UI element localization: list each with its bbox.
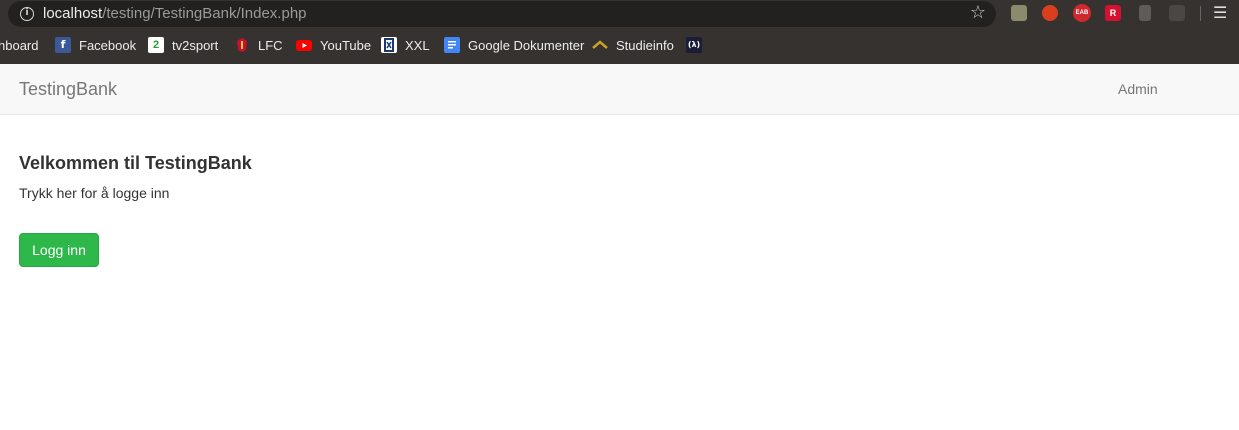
bookmarks-bar: hboard f Facebook 2 tv2sport LFC YouTube xyxy=(0,32,1239,58)
url-text[interactable]: localhost/testing/TestingBank/Index.php xyxy=(43,5,307,22)
bookmark-tv2sport[interactable]: 2 tv2sport xyxy=(148,36,218,54)
eab-extension-icon[interactable]: EAB xyxy=(1073,4,1091,22)
info-icon[interactable]: i xyxy=(20,7,34,21)
lfc-icon xyxy=(234,37,250,53)
navbar: TestingBank Admin xyxy=(0,64,1239,115)
bookmark-label: hboard xyxy=(0,37,39,53)
google-docs-icon xyxy=(444,37,460,53)
bookmark-youtube[interactable]: YouTube xyxy=(296,36,371,54)
address-bar[interactable]: i localhost/testing/TestingBank/Index.ph… xyxy=(8,1,996,27)
page-title: Velkommen til TestingBank xyxy=(19,153,252,173)
bookmark-label: Studieinfo xyxy=(616,37,674,53)
studieinfo-icon xyxy=(592,37,608,53)
bookmark-label: YouTube xyxy=(320,37,372,53)
url-path: /testing/TestingBank/Index.php xyxy=(102,5,307,22)
navbar-brand[interactable]: TestingBank xyxy=(19,79,117,100)
lambda-icon: (λ) xyxy=(686,37,702,53)
extension-icon[interactable] xyxy=(1011,5,1027,21)
xxl-icon xyxy=(381,37,397,53)
facebook-icon: f xyxy=(55,37,71,53)
extension-icon[interactable] xyxy=(1169,5,1185,21)
extension-icon[interactable] xyxy=(1139,5,1151,21)
r-extension-icon[interactable]: R xyxy=(1105,5,1121,21)
login-instruction-text: Trykk her for å logge inn xyxy=(19,185,170,201)
bookmark-xxl[interactable]: XXL xyxy=(381,36,430,54)
tv2sport-icon: 2 xyxy=(148,37,164,53)
bookmark-dashboard[interactable]: hboard xyxy=(0,36,38,54)
youtube-icon xyxy=(296,37,312,53)
bookmark-label: LFC xyxy=(258,37,283,53)
bookmark-google-docs[interactable]: Google Dokumenter xyxy=(444,36,584,54)
login-button[interactable]: Logg inn xyxy=(19,233,99,267)
bookmark-label: Google Dokumenter xyxy=(468,37,585,53)
bookmark-label: XXL xyxy=(405,37,430,53)
bookmark-label: Facebook xyxy=(79,37,137,53)
extension-icon[interactable] xyxy=(1042,5,1058,21)
url-host: localhost xyxy=(43,5,103,22)
browser-chrome: i localhost/testing/TestingBank/Index.ph… xyxy=(0,0,1239,64)
toolbar-divider xyxy=(1200,6,1201,21)
reading-list-icon[interactable]: ☰ xyxy=(1213,3,1227,22)
nav-admin-link[interactable]: Admin xyxy=(1118,81,1158,97)
bookmark-lfc[interactable]: LFC xyxy=(234,36,283,54)
bookmark-lambda[interactable]: (λ) xyxy=(686,36,710,54)
bookmark-label: tv2sport xyxy=(172,37,219,53)
bookmark-studieinfo[interactable]: Studieinfo xyxy=(592,36,674,54)
bookmark-star-icon[interactable]: ☆ xyxy=(970,3,986,23)
bookmark-facebook[interactable]: f Facebook xyxy=(55,36,136,54)
